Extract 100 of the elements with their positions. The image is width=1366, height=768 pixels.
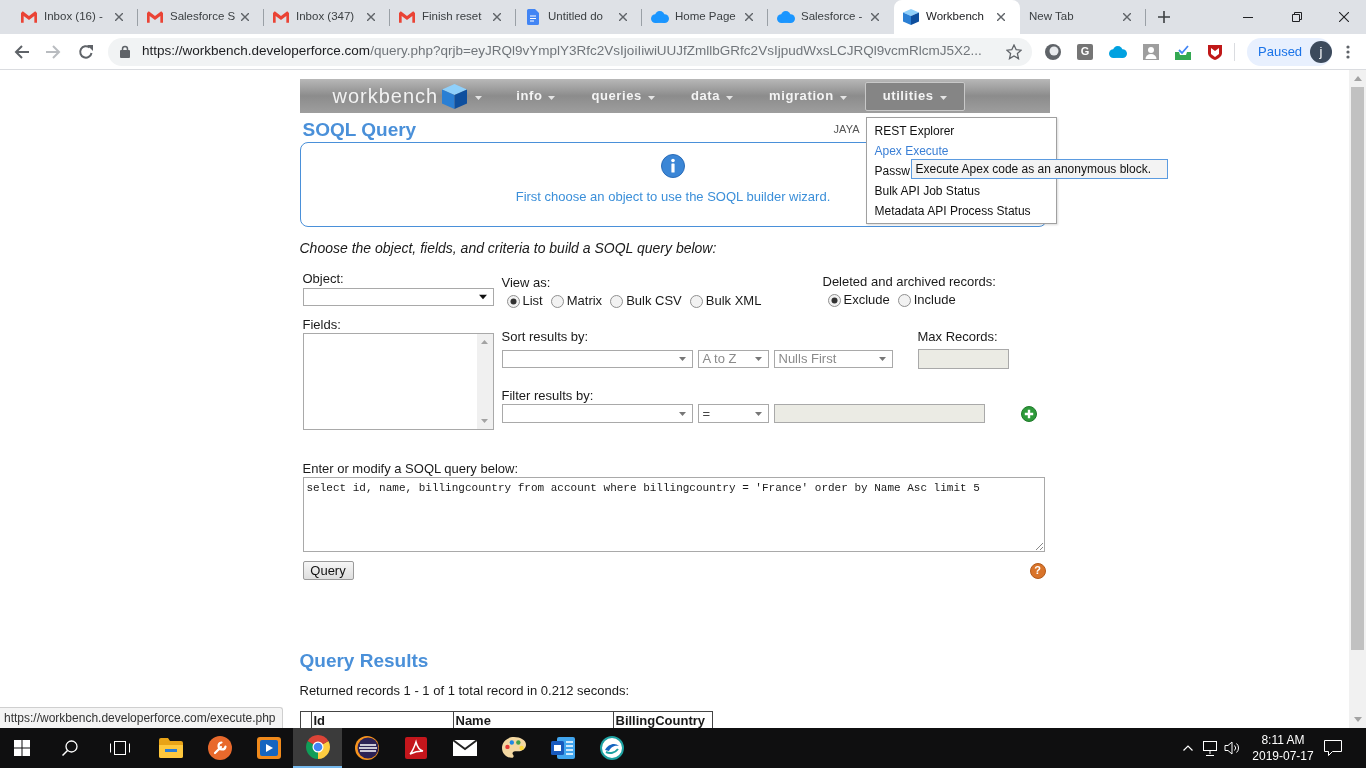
radio-option[interactable]: List xyxy=(506,292,543,310)
results-summary: Returned records 1 - 1 of 1 total record in 0.212 seconds: xyxy=(299,682,631,700)
restore-icon[interactable] xyxy=(1292,12,1302,22)
menu-item[interactable]: Passw xyxy=(874,162,910,180)
page-title: SOQL Query xyxy=(301,118,417,142)
tab[interactable]: Untitled do xyxy=(516,0,642,34)
close-icon[interactable] xyxy=(997,13,1005,21)
radio-option[interactable]: Exclude xyxy=(827,291,890,309)
mail-icon xyxy=(273,11,289,23)
radio-option[interactable]: Include xyxy=(897,291,956,309)
field-label: Deleted and archived records: xyxy=(822,273,996,291)
field-label: Enter or modify a SOQL query below: xyxy=(301,460,520,477)
chevron-up-icon[interactable] xyxy=(1183,745,1193,751)
tab[interactable]: Inbox (347) xyxy=(264,0,390,34)
caret-icon xyxy=(878,357,886,361)
caret-icon xyxy=(647,96,655,100)
browser-icon xyxy=(305,735,330,759)
tab[interactable]: New Tab xyxy=(1020,0,1146,34)
tab[interactable]: Inbox (16) - xyxy=(12,0,138,34)
cloud-icon xyxy=(651,11,669,23)
radio-icon[interactable] xyxy=(610,294,624,308)
radio-icon[interactable] xyxy=(506,294,520,308)
caret-icon xyxy=(726,96,734,100)
scrollbar-thumb[interactable] xyxy=(1351,87,1364,650)
menu-item[interactable]: Apex Execute xyxy=(874,142,949,160)
clock-date[interactable]: 2019-07-17 xyxy=(1252,748,1314,764)
extension-button[interactable]: G xyxy=(1077,43,1093,60)
volume-icon[interactable] xyxy=(1224,741,1240,755)
back-icon[interactable] xyxy=(14,43,30,60)
radio-icon[interactable] xyxy=(897,293,911,307)
field-label: Sort results by: xyxy=(501,328,590,346)
address-field[interactable]: https://workbench.developerforce.com/query.php?qrjb=eyJRQl9vYmplY3Rfc2VsIjoiIiwiUUJfZmllbGRfc2VsIjpudWxsLCJRQl9vcmRlcmJ5X2... xyxy=(108,37,1032,66)
cube-icon xyxy=(442,83,468,109)
document-icon xyxy=(527,9,539,25)
results-title: Query Results xyxy=(299,650,430,672)
radio-icon[interactable] xyxy=(827,293,841,307)
fields-listbox[interactable] xyxy=(302,333,494,430)
mail-icon xyxy=(399,11,415,23)
field-label: Max Records: xyxy=(917,328,999,346)
close-icon[interactable] xyxy=(1339,12,1349,22)
cloud-icon[interactable] xyxy=(1109,45,1127,58)
radio-icon[interactable] xyxy=(550,294,564,308)
search-icon[interactable] xyxy=(62,740,78,756)
notification-icon[interactable] xyxy=(1324,740,1342,756)
star-icon[interactable] xyxy=(1006,43,1022,60)
shield-icon[interactable] xyxy=(1207,43,1223,60)
cube-icon xyxy=(903,9,919,25)
scrollbar[interactable] xyxy=(1349,70,1366,728)
task-view-icon[interactable] xyxy=(110,740,130,756)
instructions-text: Choose the object, fields, and criteria to build a SOQL query below: xyxy=(299,239,718,257)
profile-button[interactable]: Paused j xyxy=(1247,37,1332,66)
query-field[interactable]: select id, name, billingcountry from account where billingcountry = 'France' order by Name Asc limit 5 xyxy=(302,477,1045,552)
clock-time[interactable]: 8:11 AM xyxy=(1261,732,1305,748)
menu-item[interactable]: Bulk API Job Status xyxy=(874,182,980,200)
caret-icon xyxy=(678,411,686,416)
radio-option[interactable]: Bulk XML xyxy=(689,292,762,310)
start-icon[interactable] xyxy=(14,740,30,756)
caret-icon xyxy=(839,96,847,100)
info-message: First choose an object to use the SOQL builder wizard. xyxy=(515,188,831,206)
plus-icon[interactable] xyxy=(1158,11,1170,23)
resize-grip-icon[interactable] xyxy=(1034,542,1043,550)
tab[interactable]: Workbench xyxy=(894,0,1020,34)
add-icon[interactable] xyxy=(1020,405,1037,422)
lock-icon xyxy=(120,45,130,58)
wrench-icon xyxy=(207,736,232,760)
person-icon[interactable] xyxy=(1143,43,1159,60)
ring-icon[interactable] xyxy=(1045,43,1061,60)
mail-icon xyxy=(147,11,163,23)
radio-icon[interactable] xyxy=(689,294,703,308)
info-icon xyxy=(661,154,685,178)
dropdown[interactable]: = xyxy=(697,404,769,423)
tab[interactable]: Salesforce - xyxy=(768,0,894,34)
network-icon[interactable] xyxy=(1202,740,1218,756)
menu-item[interactable]: Metadata API Process Status xyxy=(874,202,1031,220)
tab[interactable]: Home Page xyxy=(642,0,768,34)
query-button[interactable]: Query xyxy=(302,561,354,580)
folder-icon xyxy=(158,738,183,758)
username-text: JAYA xyxy=(833,122,860,138)
field-label: Object: xyxy=(302,270,345,288)
cloud-icon xyxy=(777,11,795,23)
taskbar-button[interactable] xyxy=(293,728,342,768)
mail-icon xyxy=(21,11,37,23)
minimize-icon[interactable] xyxy=(1243,16,1253,18)
radio-option[interactable]: Bulk CSV xyxy=(610,292,682,310)
caret-icon xyxy=(678,357,686,361)
inbox-check-icon[interactable] xyxy=(1175,43,1191,60)
caret-icon xyxy=(939,96,947,100)
caret-icon xyxy=(754,411,762,416)
radio-option[interactable]: Matrix xyxy=(550,292,603,310)
reload-icon[interactable] xyxy=(78,43,94,60)
caret-icon xyxy=(548,96,556,100)
more-icon[interactable] xyxy=(1346,44,1350,59)
avatar: j xyxy=(1310,40,1332,63)
tab[interactable]: Finish reset xyxy=(390,0,516,34)
sphere-icon xyxy=(599,736,624,760)
field-label: Filter results by: xyxy=(501,387,595,404)
envelope-icon xyxy=(452,740,477,756)
pdf-icon xyxy=(404,737,427,759)
tab[interactable]: Salesforce S xyxy=(138,0,264,34)
menu-item[interactable]: REST Explorer xyxy=(874,122,955,140)
